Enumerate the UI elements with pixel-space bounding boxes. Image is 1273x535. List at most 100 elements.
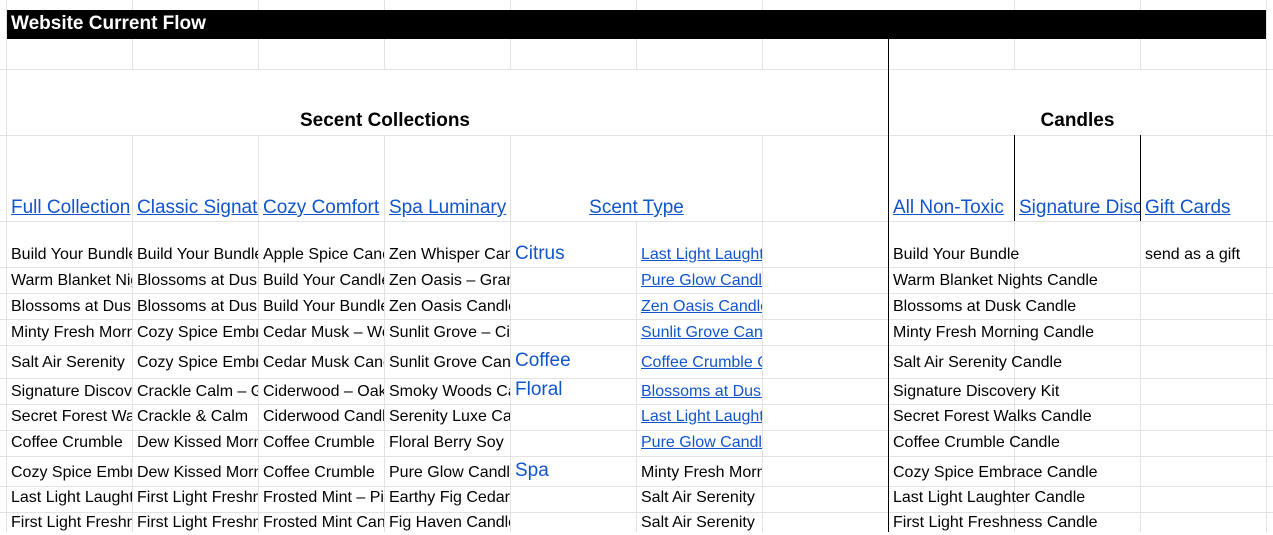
cell-c-row-8[interactable]: Coffee Crumble	[263, 431, 384, 455]
cell-d-row-2[interactable]: Zen Oasis – Grand	[389, 269, 510, 293]
cell-b-row-8[interactable]: Dew Kissed Morning	[137, 431, 258, 455]
cell-d-row-6[interactable]: Smoky Woods Candle	[389, 380, 510, 404]
cell-h-row-4[interactable]: Minty Fresh Morning Candle	[893, 321, 1140, 345]
section-border	[1014, 135, 1015, 221]
grid-line	[0, 378, 1273, 379]
cell-h-row-2[interactable]: Warm Blanket Nights Candle	[893, 269, 1140, 293]
cell-j-row-8[interactable]	[1145, 431, 1266, 455]
cell-a-row-1[interactable]: Build Your Bundle	[11, 243, 132, 267]
cell-f-row-2[interactable]: Pure Glow Candle	[641, 269, 762, 293]
cell-f-row-10[interactable]: Salt Air Serenity	[641, 486, 762, 510]
cell-d-row-3[interactable]: Zen Oasis Candle	[389, 295, 510, 319]
cell-b-row-5[interactable]: Cozy Spice Embrace	[137, 351, 258, 375]
header-gift-cards-link[interactable]: Gift Cards	[1145, 195, 1266, 221]
cell-a-row-8[interactable]: Coffee Crumble	[11, 431, 132, 455]
cell-b-row-1[interactable]: Build Your Bundle	[137, 243, 258, 267]
cell-h-row-9[interactable]: Cozy Spice Embrace Candle	[893, 461, 1140, 485]
cell-j-row-2[interactable]	[1145, 269, 1266, 293]
section-candles: Candles	[1040, 110, 1115, 131]
cell-d-row-7[interactable]: Serenity Luxe Candle	[389, 405, 510, 429]
section-scent-collections: Secent Collections	[300, 110, 470, 131]
cell-j-row-6[interactable]	[1145, 380, 1266, 404]
cell-b-row-9[interactable]: Dew Kissed Morning	[137, 461, 258, 485]
cell-c-row-2[interactable]: Build Your Candle	[263, 269, 384, 293]
cell-b-row-4[interactable]: Cozy Spice Embrace	[137, 321, 258, 345]
sheet-title: Website Current Flow	[11, 13, 206, 34]
cell-j-row-3[interactable]	[1145, 295, 1266, 319]
cell-f-row-8[interactable]: Pure Glow Candle	[641, 431, 762, 455]
grid-line	[0, 293, 1273, 294]
scent-type-citrus-link[interactable]: Citrus	[515, 242, 636, 266]
cell-j-row-5[interactable]	[1145, 351, 1266, 375]
cell-b-row-3[interactable]: Blossoms at Dusk	[137, 295, 258, 319]
header-full-collection-link[interactable]: Full Collection	[11, 195, 132, 221]
header-signature-discovery-link[interactable]: Signature Discovery	[1019, 195, 1140, 221]
cell-a-row-3[interactable]: Blossoms at Dusk	[11, 295, 132, 319]
scent-type-coffee-link[interactable]: Coffee	[515, 349, 636, 373]
scent-type-spa-link[interactable]: Spa	[515, 459, 636, 483]
cell-f-row-9[interactable]: Minty Fresh Morning	[641, 461, 762, 485]
grid-line	[0, 319, 1273, 320]
cell-c-row-7[interactable]: Ciderwood Candle	[263, 405, 384, 429]
header-spa-luminary-link[interactable]: Spa Luminary	[389, 195, 510, 221]
cell-j-row-7[interactable]	[1145, 405, 1266, 429]
cell-c-row-5[interactable]: Cedar Musk Candle	[263, 351, 384, 375]
grid-line	[0, 221, 1273, 222]
cell-c-row-3[interactable]: Build Your Bundle	[263, 295, 384, 319]
cell-a-row-4[interactable]: Minty Fresh Morning	[11, 321, 132, 345]
cell-d-row-1[interactable]: Zen Whisper Candle	[389, 243, 510, 267]
cell-b-row-11[interactable]: First Light Freshness	[137, 511, 258, 535]
cell-d-row-4[interactable]: Sunlit Grove – Citrus	[389, 321, 510, 345]
grid-line	[0, 345, 1273, 346]
cell-c-row-10[interactable]: Frosted Mint – Pine	[263, 486, 384, 510]
cell-j-row-4[interactable]	[1145, 321, 1266, 345]
cell-j-row-9[interactable]	[1145, 461, 1266, 485]
cell-a-row-2[interactable]: Warm Blanket Nights	[11, 269, 132, 293]
cell-b-row-10[interactable]: First Light Freshness	[137, 486, 258, 510]
cell-b-row-6[interactable]: Crackle Calm – Grand	[137, 380, 258, 404]
cell-c-row-9[interactable]: Coffee Crumble	[263, 461, 384, 485]
cell-h-row-6[interactable]: Signature Discovery Kit	[893, 380, 1140, 404]
cell-j-row-11[interactable]	[1145, 511, 1266, 535]
cell-h-row-10[interactable]: Last Light Laughter Candle	[893, 486, 1140, 510]
cell-f-row-5[interactable]: Coffee Crumble Candle	[641, 351, 762, 375]
cell-d-row-10[interactable]: Earthy Fig Cedar	[389, 486, 510, 510]
cell-a-row-9[interactable]: Cozy Spice Embrace	[11, 461, 132, 485]
cell-f-row-7[interactable]: Last Light Laughter	[641, 405, 762, 429]
header-scent-type-link[interactable]: Scent Type	[511, 195, 762, 221]
cell-c-row-6[interactable]: Ciderwood – Oak	[263, 380, 384, 404]
cell-c-row-11[interactable]: Frosted Mint Candle	[263, 511, 384, 535]
header-classic-signature-link[interactable]: Classic Signature	[137, 195, 258, 221]
grid-line	[0, 267, 1273, 268]
cell-b-row-2[interactable]: Blossoms at Dusk	[137, 269, 258, 293]
cell-j-row-1[interactable]: send as a gift	[1145, 243, 1266, 267]
cell-a-row-10[interactable]: Last Light Laughter	[11, 486, 132, 510]
header-all-non-toxic-link[interactable]: All Non-Toxic	[893, 195, 1014, 221]
cell-h-row-5[interactable]: Salt Air Serenity Candle	[893, 351, 1140, 375]
cell-c-row-1[interactable]: Apple Spice Candle	[263, 243, 384, 267]
cell-a-row-6[interactable]: Signature Discovery	[11, 380, 132, 404]
scent-type-floral-link[interactable]: Floral	[515, 378, 636, 402]
cell-a-row-5[interactable]: Salt Air Serenity	[11, 351, 132, 375]
cell-f-row-11[interactable]: Salt Air Serenity	[641, 511, 762, 535]
cell-h-row-1[interactable]: Build Your Bundle	[893, 243, 1140, 267]
cell-d-row-9[interactable]: Pure Glow Candle	[389, 461, 510, 485]
cell-f-row-3[interactable]: Zen Oasis Candle	[641, 295, 762, 319]
cell-d-row-11[interactable]: Fig Haven Candle	[389, 511, 510, 535]
cell-h-row-11[interactable]: First Light Freshness Candle	[893, 511, 1140, 535]
cell-h-row-3[interactable]: Blossoms at Dusk Candle	[893, 295, 1140, 319]
cell-h-row-8[interactable]: Coffee Crumble Candle	[893, 431, 1140, 455]
cell-a-row-7[interactable]: Secret Forest Walks	[11, 405, 132, 429]
cell-c-row-4[interactable]: Cedar Musk – Wood	[263, 321, 384, 345]
cell-f-row-6[interactable]: Blossoms at Dusk	[641, 380, 762, 404]
grid-line	[0, 456, 1273, 457]
cell-f-row-4[interactable]: Sunlit Grove Candle	[641, 321, 762, 345]
cell-a-row-11[interactable]: First Light Freshness	[11, 511, 132, 535]
cell-d-row-5[interactable]: Sunlit Grove Candle	[389, 351, 510, 375]
cell-j-row-10[interactable]	[1145, 486, 1266, 510]
cell-h-row-7[interactable]: Secret Forest Walks Candle	[893, 405, 1140, 429]
cell-d-row-8[interactable]: Floral Berry Soy	[389, 431, 510, 455]
cell-b-row-7[interactable]: Crackle & Calm	[137, 405, 258, 429]
cell-f-row-1[interactable]: Last Light Laughter	[641, 243, 762, 267]
header-cozy-comfort-link[interactable]: Cozy Comfort	[263, 195, 384, 221]
